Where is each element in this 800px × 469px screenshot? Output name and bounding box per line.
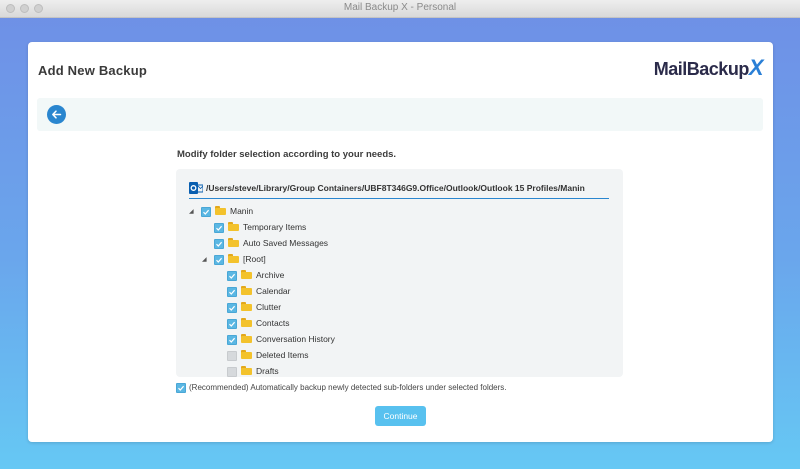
- recommended-checkbox[interactable]: [176, 383, 186, 393]
- arrow-left-icon: [52, 110, 62, 119]
- folder-icon: [215, 206, 226, 215]
- checkbox[interactable]: [227, 319, 237, 329]
- expand-triangle-icon[interactable]: ◢: [189, 208, 194, 215]
- folder-icon: [228, 254, 239, 263]
- checkbox[interactable]: [214, 255, 224, 265]
- tree-node-label: Clutter: [256, 302, 282, 312]
- logo-x: X: [748, 55, 764, 80]
- folder-icon: [228, 222, 239, 231]
- continue-button[interactable]: Continue: [375, 406, 426, 426]
- folder-icon: [241, 350, 252, 359]
- window-title: Mail Backup X - Personal: [343, 2, 457, 13]
- page-title: Add New Backup: [38, 63, 147, 78]
- tree-node-label: Conversation History: [256, 334, 335, 344]
- logo-text: MailBackup: [653, 59, 750, 79]
- checkbox[interactable]: [214, 223, 224, 233]
- folder-icon: [241, 286, 252, 295]
- tree-node-label: Manin: [230, 206, 254, 216]
- checkbox[interactable]: [227, 303, 237, 313]
- folder-icon: [241, 334, 252, 343]
- checkbox[interactable]: [227, 351, 237, 361]
- checkbox[interactable]: [214, 239, 224, 249]
- tree-node-label: [Root]: [243, 254, 266, 264]
- main-card: Add New Backup MailBackupX Modify folder…: [28, 42, 773, 442]
- expand-triangle-icon[interactable]: ◢: [202, 256, 207, 263]
- folder-icon: [241, 366, 252, 375]
- checkbox[interactable]: [227, 335, 237, 345]
- folder-icon: [241, 318, 252, 327]
- checkbox[interactable]: [227, 271, 237, 281]
- checkbox[interactable]: [227, 367, 237, 377]
- back-button[interactable]: [47, 105, 66, 124]
- tree-node-label: Archive: [256, 270, 285, 280]
- tree-node-label: Temporary Items: [243, 222, 307, 232]
- folder-selection-panel: /Users/steve/Library/Group Containers/UB…: [176, 169, 623, 377]
- tree-node-label: Calendar: [256, 286, 291, 296]
- tree-node-label: Contacts: [256, 318, 290, 328]
- folder-icon: [241, 270, 252, 279]
- app-logo: MailBackupX: [653, 55, 764, 83]
- tree-node-label: Auto Saved Messages: [243, 238, 329, 248]
- window-titlebar: Mail Backup X - Personal: [0, 0, 800, 18]
- checkbox[interactable]: [201, 207, 211, 217]
- instruction-text: Modify folder selection according to you…: [177, 149, 397, 160]
- tree-node-label: Deleted Items: [256, 350, 309, 360]
- profile-path-text: /Users/steve/Library/Group Containers/UB…: [206, 183, 585, 193]
- checkbox[interactable]: [227, 287, 237, 297]
- outlook-icon: [189, 182, 203, 194]
- folder-icon: [228, 238, 239, 247]
- tree-node-label: Drafts: [256, 366, 279, 376]
- recommended-option-label: (Recommended) Automatically backup newly…: [189, 383, 507, 392]
- toolbar: [37, 98, 763, 131]
- folder-icon: [241, 302, 252, 311]
- profile-path: /Users/steve/Library/Group Containers/UB…: [189, 181, 609, 199]
